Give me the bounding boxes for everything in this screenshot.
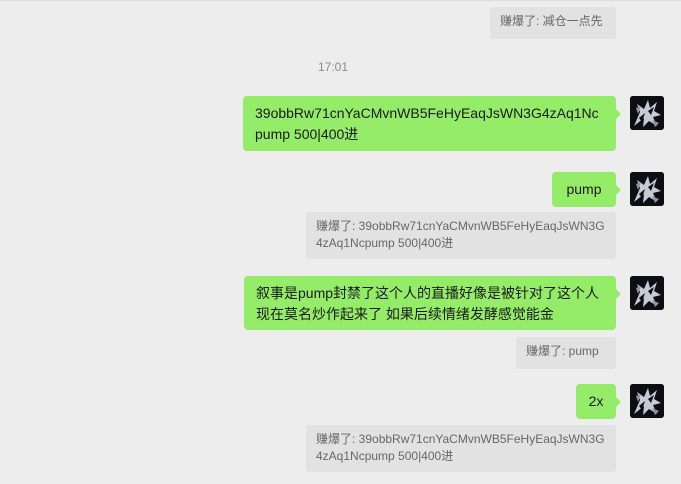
avatar[interactable] [630,276,664,310]
message-bubble[interactable]: 39obbRw71cnYaCMvnWB5FeHyEaqJsWN3G4zAq1Nc… [243,96,621,151]
dark-creature-avatar-icon [630,96,664,130]
dark-creature-avatar-icon [630,172,664,206]
message-bubble[interactable]: 叙事是pump封禁了这个人的直播好像是被针对了这个人现在莫名炒作起来了 如果后续… [244,276,621,330]
message-bubble[interactable]: pump [552,172,621,207]
quoted-reply[interactable]: 赚爆了: 39obbRw71cnYaCMvnWB5FeHyEaqJsWN3G4z… [306,212,616,259]
quoted-reply[interactable]: 赚爆了: 减仓一点先 [490,7,616,39]
avatar[interactable] [630,172,664,206]
chat-window: 赚爆了: 减仓一点先 17:01 39obbRw71cnYaCMvnWB5FeH… [0,0,681,484]
quoted-reply[interactable]: 赚爆了: pump [516,337,616,369]
dark-creature-avatar-icon [630,276,664,310]
avatar[interactable] [630,96,664,130]
avatar[interactable] [630,384,664,418]
message-bubble[interactable]: 2x [576,384,621,419]
message-timestamp: 17:01 [318,60,349,74]
quoted-reply[interactable]: 赚爆了: 39obbRw71cnYaCMvnWB5FeHyEaqJsWN3G4z… [306,425,616,472]
divider [0,0,681,1]
dark-creature-avatar-icon [630,384,664,418]
